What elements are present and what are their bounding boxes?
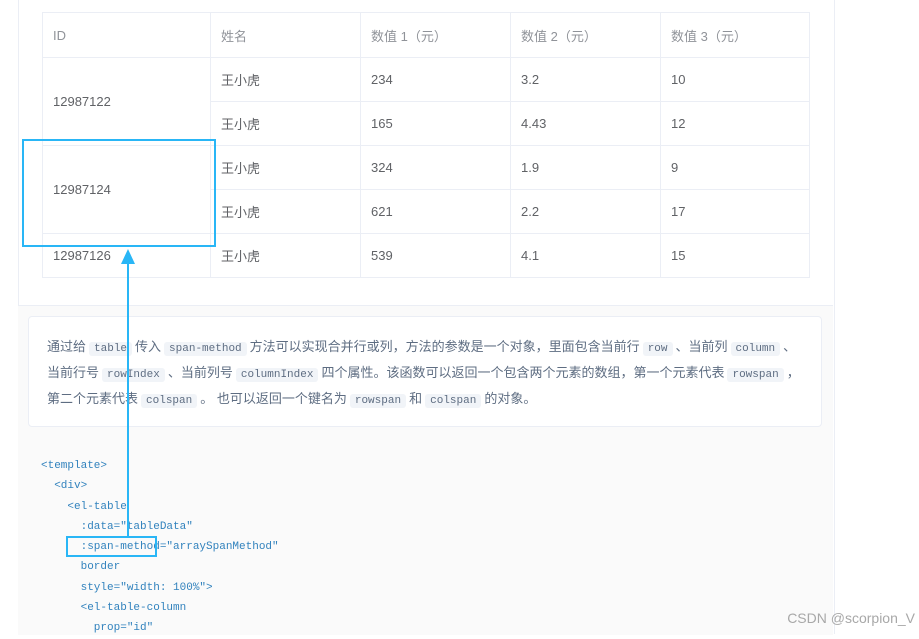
id-cell: 12987122 [42, 57, 211, 146]
inline-code: row [642, 342, 673, 356]
table-cell: 9 [660, 145, 810, 190]
span-method-highlight [66, 536, 157, 557]
table-cell: 王小虎 [210, 145, 361, 190]
table-cell: 王小虎 [210, 189, 361, 234]
code-line: <template> [41, 460, 108, 472]
inline-code: rowspan [349, 394, 407, 408]
table-cell: 17 [660, 189, 810, 234]
code-line: <el-table-column [41, 602, 187, 615]
table-cell: 324 [360, 145, 511, 190]
table-cell: 王小虎 [210, 233, 361, 278]
table-cell: 165 [360, 101, 511, 146]
description-text: 、当前列号 [167, 365, 233, 380]
table-cell: 234 [360, 57, 511, 102]
code-line: prop="id" [41, 622, 154, 635]
watermark: CSDN @scorpion_V [787, 610, 915, 626]
table-header-row: ID 姓名 数值 1（元） 数值 2（元） 数值 3（元） [42, 12, 810, 58]
description-text: 。 也可以返回一个键名为 [200, 391, 347, 406]
description-card: 通过给 table 传入 span-method 方法可以实现合并行或列，方法的参数是一… [28, 316, 822, 427]
table-row: 12987122 王小虎 234 3.2 10 [42, 57, 810, 146]
inline-code: colspan [141, 394, 198, 408]
column-header: 姓名 [210, 12, 361, 58]
column-header: 数值 3（元） [660, 12, 810, 58]
description-text: 通过给 [47, 339, 87, 354]
table-cell: 王小虎 [210, 57, 361, 102]
table-cell: 621 [360, 189, 511, 234]
inline-code: table [89, 342, 133, 356]
inline-code: columnIndex [235, 368, 319, 382]
table-cell: 15 [660, 233, 810, 278]
column-header: 数值 2（元） [510, 12, 661, 58]
column-header: 数值 1（元） [360, 12, 511, 58]
table-cell: 3.2 [510, 57, 661, 102]
inline-code: rowspan [727, 368, 784, 382]
inline-code: colspan [425, 394, 482, 408]
code-line: <el-table [41, 500, 127, 513]
table-cell: 539 [360, 233, 511, 278]
description-text: 的对象。 [484, 391, 537, 406]
table-cell: 2.2 [510, 189, 661, 234]
column-header: ID [42, 12, 211, 58]
inline-code: span-method [164, 342, 247, 356]
code-line: style="width: 100%"> [41, 581, 213, 594]
code-line: :data="tableData" [41, 520, 193, 533]
description-text: 传入 [135, 339, 162, 354]
table-cell: 4.1 [510, 233, 661, 278]
inline-code: column [730, 342, 781, 356]
code-line: border [41, 561, 121, 574]
description-text: 方法可以实现合并行或列，方法的参数是一个对象，里面包含当前行 [249, 339, 640, 354]
description-text: 、当前列 [675, 339, 728, 354]
table-cell: 1.9 [510, 145, 661, 190]
inline-code: rowIndex [102, 368, 165, 382]
table-cell: 12 [660, 101, 810, 146]
table-cell: 4.43 [510, 101, 661, 146]
table-cell: 10 [660, 57, 810, 102]
merged-cell-highlight [22, 139, 216, 247]
description-text: 和 [409, 391, 423, 406]
code-line: <div> [41, 480, 88, 493]
table-cell: 王小虎 [210, 101, 361, 146]
description-text: 四个属性。该函数可以返回一个包含两个元素的数组，第一个元素代表 [321, 365, 725, 380]
